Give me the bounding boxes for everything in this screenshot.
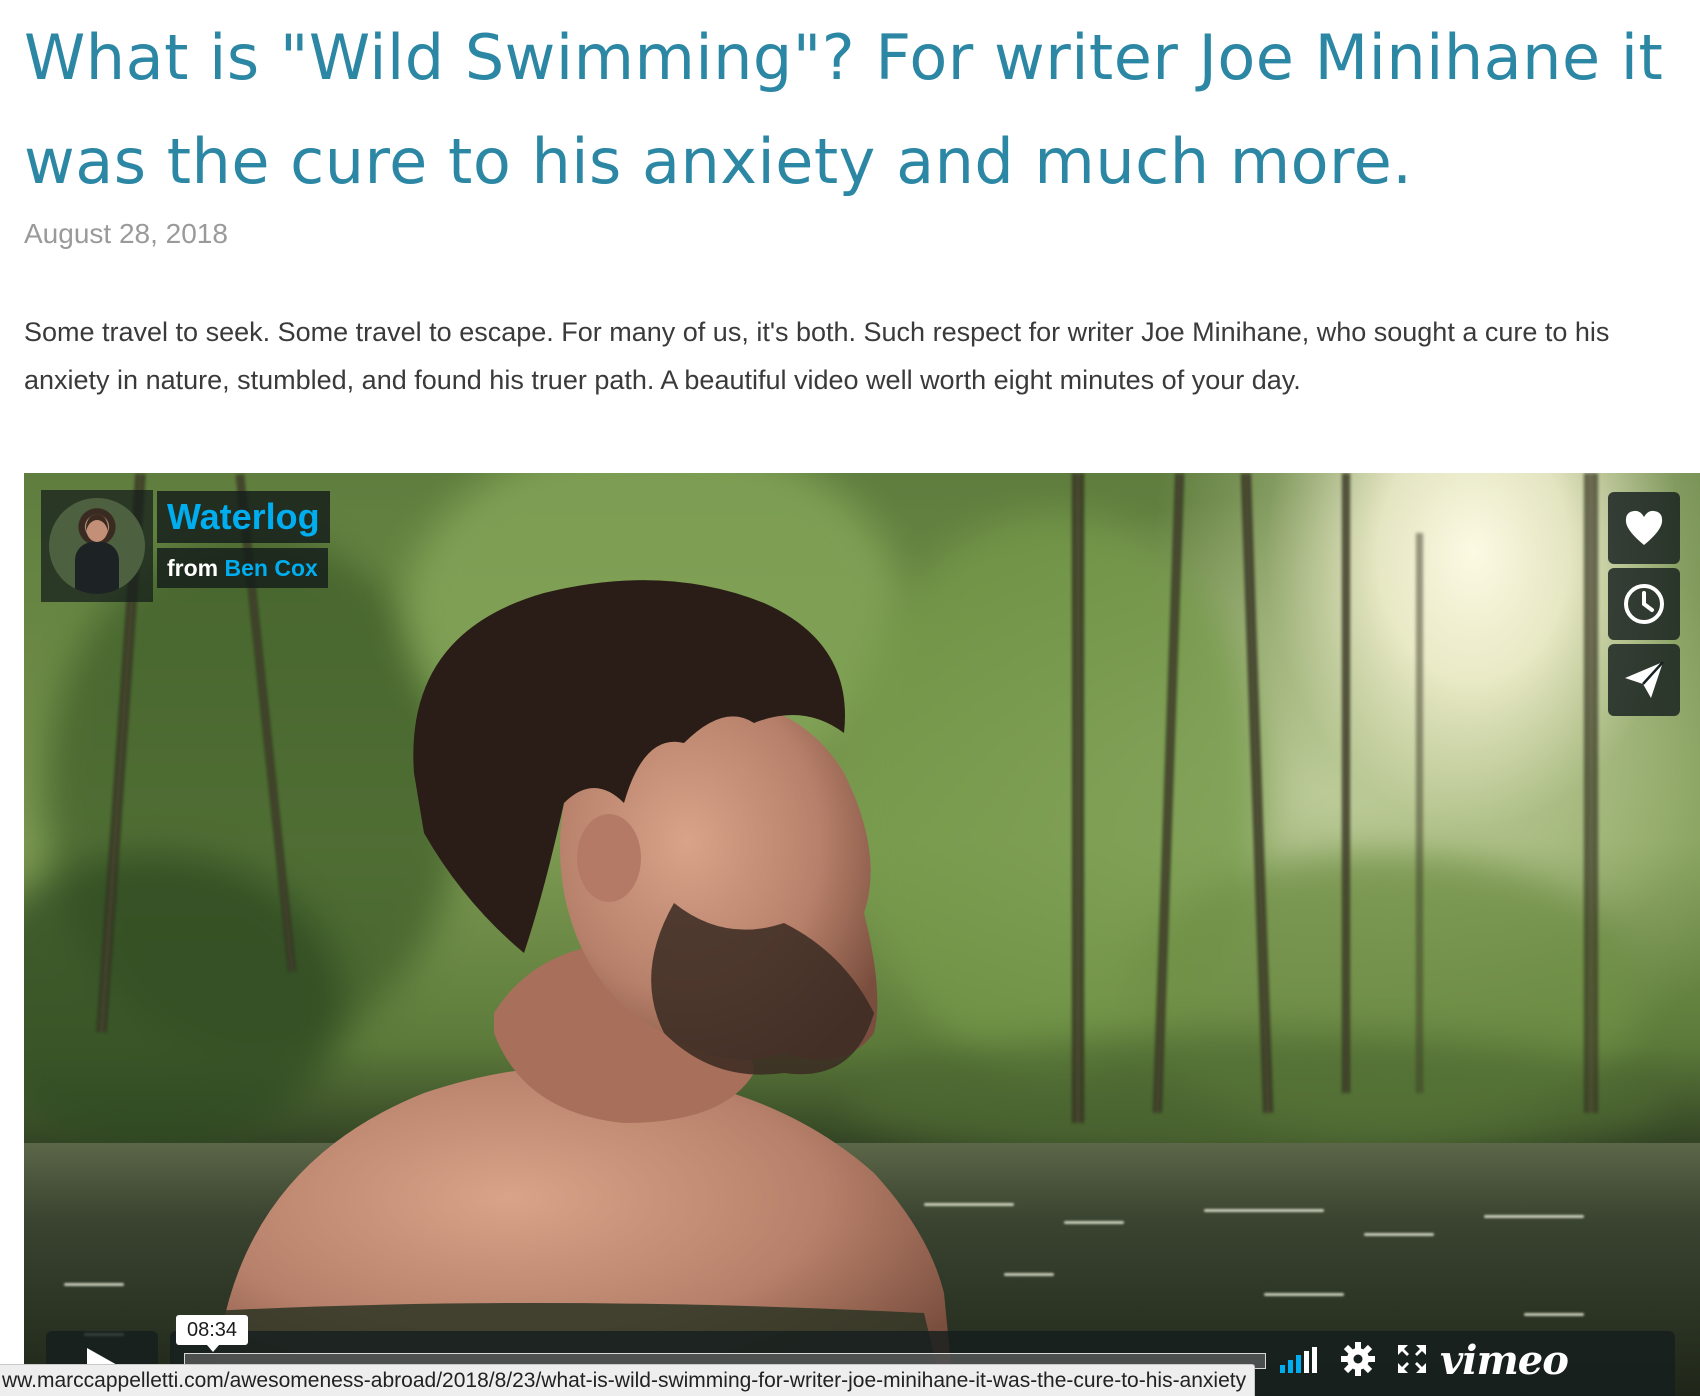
video-frame <box>24 473 1700 1396</box>
swimmer-figure <box>174 580 954 1396</box>
video-player[interactable]: Waterlog from Ben Cox vimeo 08:34 <box>24 473 1700 1396</box>
vimeo-logo[interactable]: vimeo <box>1440 1337 1569 1384</box>
author-avatar-box[interactable] <box>41 490 153 602</box>
status-bar-url: ww.marccappelletti.com/awesomeness-abroa… <box>0 1364 1256 1396</box>
post-title[interactable]: What is "Wild Swimming"? For writer Joe … <box>24 6 1664 214</box>
byline-from-label: from <box>167 555 219 581</box>
like-button[interactable] <box>1608 492 1680 564</box>
post-body: Some travel to seek. Some travel to esca… <box>24 317 1610 395</box>
watch-later-button[interactable] <box>1608 568 1680 640</box>
avatar[interactable] <box>49 498 145 594</box>
fullscreen-icon[interactable] <box>1396 1343 1428 1375</box>
video-byline: from Ben Cox <box>157 548 328 588</box>
video-title-link[interactable]: Waterlog <box>157 491 330 543</box>
author-link[interactable]: Ben Cox <box>225 555 318 581</box>
volume-bars-icon[interactable] <box>1280 1347 1320 1373</box>
post-date: August 28, 2018 <box>24 218 228 249</box>
heart-icon <box>1625 510 1663 545</box>
clock-icon <box>1624 584 1664 624</box>
duration-tooltip: 08:34 <box>176 1315 248 1345</box>
paper-plane-icon <box>1625 661 1664 698</box>
gear-icon[interactable] <box>1340 1341 1376 1377</box>
duration-tooltip-arrow <box>207 1345 219 1352</box>
share-button[interactable] <box>1608 644 1680 716</box>
article-page: What is "Wild Swimming"? For writer Joe … <box>0 0 1700 1396</box>
